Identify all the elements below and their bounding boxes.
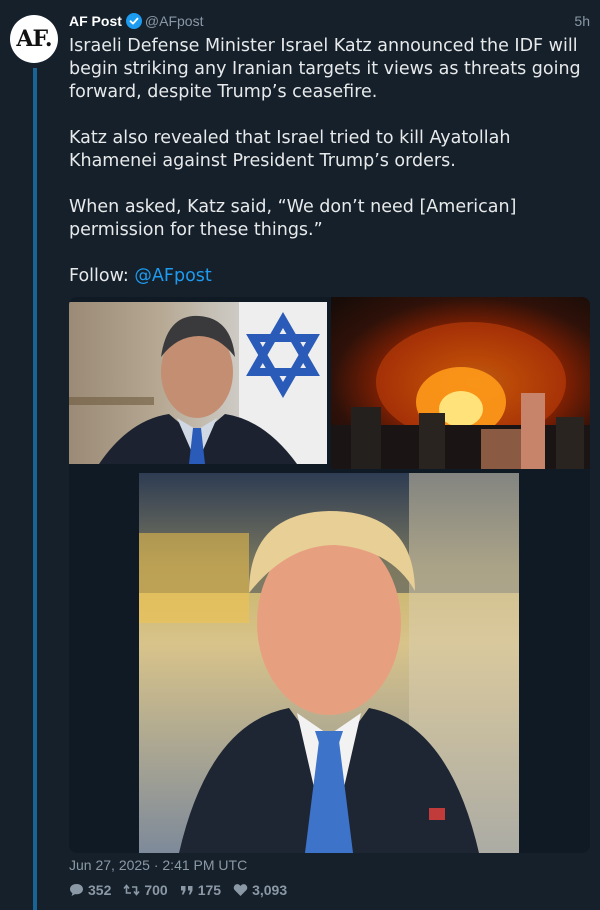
quote-icon xyxy=(180,886,193,895)
tweet-date[interactable]: Jun 27, 2025 · 2:41 PM UTC xyxy=(69,857,247,873)
follow-line: Follow: @AFpost xyxy=(69,265,594,288)
heart-icon xyxy=(233,884,248,896)
photo-explosion-illustration xyxy=(331,297,590,469)
like-stat[interactable]: 3,093 xyxy=(233,882,287,898)
quote-count: 175 xyxy=(197,882,222,898)
follow-label: Follow: xyxy=(69,266,129,286)
author-handle[interactable]: @AFpost xyxy=(145,11,204,31)
photo-trump[interactable] xyxy=(139,473,519,853)
follow-mention-link[interactable]: @AFpost xyxy=(134,266,211,286)
tweet-stats: 352 700 175 3,093 xyxy=(69,882,287,898)
author-name[interactable]: AF Post xyxy=(69,11,122,31)
avatar[interactable]: AF. xyxy=(10,15,58,63)
photo-explosion[interactable] xyxy=(331,297,590,469)
tweet-paragraph: Katz also revealed that Israel tried to … xyxy=(69,128,511,171)
tweet-header: AF Post @AFpost 5h xyxy=(69,11,590,31)
retweet-icon xyxy=(123,884,140,896)
tweet-paragraph: When asked, Katz said, “We don’t need [A… xyxy=(69,197,517,240)
reply-stat[interactable]: 352 xyxy=(69,882,111,898)
reply-count: 352 xyxy=(88,882,112,898)
photo-katz-illustration xyxy=(69,302,327,464)
thread-line xyxy=(33,68,37,910)
media-grid xyxy=(69,297,590,853)
speech-bubble-icon xyxy=(70,884,83,896)
quote-stat[interactable]: 175 xyxy=(180,882,221,898)
tweet-time[interactable]: 5h xyxy=(574,11,590,31)
avatar-logo-text: AF. xyxy=(16,26,52,52)
tweet-text: Israeli Defense Minister Israel Katz ann… xyxy=(69,35,594,288)
retweet-count: 700 xyxy=(144,882,168,898)
verified-badge-icon xyxy=(125,13,142,29)
retweet-stat[interactable]: 700 xyxy=(123,882,168,898)
photo-katz[interactable] xyxy=(69,302,327,464)
like-count: 3,093 xyxy=(252,882,288,898)
tweet-paragraph: Israeli Defense Minister Israel Katz ann… xyxy=(69,36,581,102)
photo-trump-illustration xyxy=(139,473,519,853)
